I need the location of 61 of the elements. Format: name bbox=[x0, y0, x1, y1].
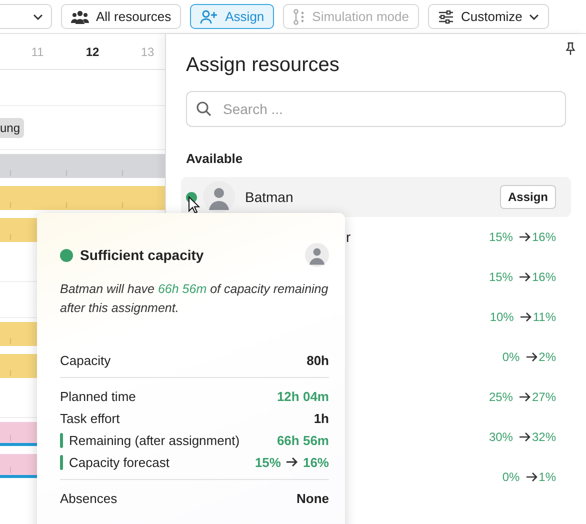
metric-label: Capacity bbox=[60, 352, 111, 368]
percentage: 15% bbox=[488, 270, 513, 284]
arrow-right-icon bbox=[520, 312, 532, 322]
percentage: 0% bbox=[502, 470, 520, 484]
percentage: 16% bbox=[532, 270, 556, 284]
avatar-icon bbox=[305, 243, 329, 267]
task-chip[interactable]: ung bbox=[0, 118, 24, 138]
metric-label: Planned time bbox=[60, 388, 136, 404]
percentage: 25% bbox=[488, 390, 513, 404]
mouse-cursor-icon bbox=[188, 196, 200, 214]
percentage: 16% bbox=[532, 230, 556, 244]
arrow-right-icon bbox=[526, 352, 538, 362]
arrow-right-icon bbox=[518, 272, 531, 282]
pin-icon[interactable] bbox=[565, 42, 576, 55]
day-label: 11 bbox=[30, 44, 45, 58]
metric-value: 16% bbox=[302, 454, 329, 470]
percentage: 11% bbox=[532, 310, 556, 324]
chevron-down-icon bbox=[33, 14, 43, 20]
arrow-right-icon bbox=[526, 472, 538, 482]
panel-title: Assign resources bbox=[186, 54, 340, 77]
resource-row[interactable]: Batman Assign bbox=[181, 177, 571, 217]
metric-label: Capacity forecast bbox=[69, 454, 170, 470]
resource-name: Batman bbox=[245, 189, 294, 205]
metric-value: 12h 04m bbox=[276, 388, 329, 404]
percentage: 27% bbox=[532, 390, 556, 404]
avatar-icon bbox=[203, 181, 235, 213]
toolbar-button[interactable]: Customize bbox=[428, 4, 550, 29]
percentage: 30% bbox=[488, 430, 513, 444]
arrow-right-icon bbox=[518, 232, 531, 242]
chevron-down-icon bbox=[529, 14, 540, 20]
percentage: 0% bbox=[502, 350, 520, 364]
percentage: 32% bbox=[532, 430, 556, 444]
add-person-icon bbox=[200, 10, 218, 24]
metric-label: Task effort bbox=[60, 410, 120, 426]
arrow-right-icon bbox=[518, 432, 531, 442]
arrow-right-icon bbox=[518, 392, 531, 402]
percentage: 1% bbox=[538, 470, 556, 484]
sliders-icon bbox=[438, 10, 454, 24]
resource-name: r bbox=[346, 229, 351, 245]
people-icon bbox=[71, 10, 89, 24]
metric-value: 1h bbox=[314, 410, 329, 426]
capacity-message: Batman will have 66h 56m of capacity remaining after this assignment. bbox=[60, 281, 329, 317]
arrow-right-icon bbox=[286, 457, 298, 467]
metric-value: 66h 56m bbox=[276, 432, 329, 448]
percentage: 15% bbox=[488, 230, 513, 244]
metric-value: 15% bbox=[254, 454, 281, 470]
percentage: 10% bbox=[490, 310, 514, 324]
toolbar-button[interactable]: All resources bbox=[61, 4, 182, 29]
section-heading: Available bbox=[186, 151, 244, 168]
day-label: 13 bbox=[140, 44, 156, 58]
metric-value: None bbox=[296, 490, 329, 506]
assign-button[interactable]: Assign bbox=[500, 185, 556, 209]
search-field[interactable]: Search ... bbox=[186, 91, 566, 127]
metric-label: Remaining (after assignment) bbox=[69, 432, 240, 448]
metric-value: 80h bbox=[306, 352, 329, 368]
nodes-icon bbox=[293, 8, 306, 24]
day-label: 12 bbox=[84, 44, 100, 58]
percentage: 2% bbox=[538, 350, 556, 364]
status-dot bbox=[60, 248, 73, 262]
capacity-status: Sufficient capacity bbox=[80, 247, 204, 263]
metric-label: Absences bbox=[60, 490, 118, 506]
